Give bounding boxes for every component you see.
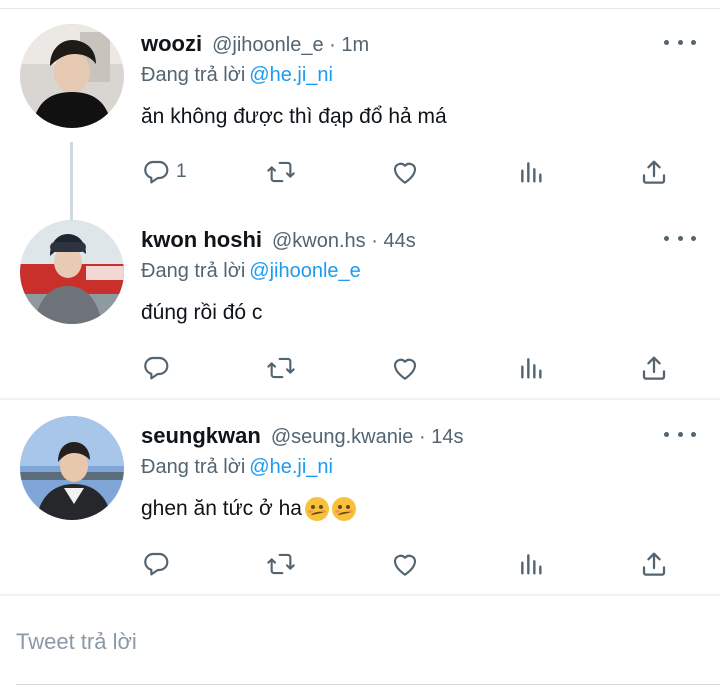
user-handle-time: @kwon.hs · 44s (272, 230, 416, 252)
mention-link[interactable]: @he.ji_ni (249, 456, 333, 478)
stats-button[interactable] (515, 152, 547, 192)
replying-to: Đang trả lời @he.ji_ni (141, 64, 333, 87)
reply-icon (140, 156, 172, 188)
share-button[interactable] (638, 152, 670, 192)
top-divider (0, 8, 720, 9)
tweet-text: đúng rồi đó c (141, 301, 263, 324)
share-button[interactable] (638, 348, 670, 388)
tweet-header: kwon hoshi @kwon.hs · 44s (141, 227, 416, 255)
avatar[interactable] (20, 416, 124, 520)
stats-icon (515, 352, 547, 384)
replying-to-label: Đang trả lời (141, 260, 246, 282)
retweet-button[interactable] (265, 348, 297, 388)
more-icon[interactable] (664, 424, 696, 444)
retweet-icon (265, 352, 297, 384)
tweet-actions (0, 544, 720, 584)
tweet-text-row: ghen ăn tức ở ha (141, 497, 356, 521)
tweet-woozi[interactable]: woozi @jihoonle_e · 1m Đang trả lời @he.j… (0, 12, 720, 234)
user-display-name[interactable]: woozi (141, 31, 202, 57)
replying-to: Đang trả lời @jihoonle_e (141, 260, 361, 283)
tweet-header: woozi @jihoonle_e · 1m (141, 31, 369, 59)
like-icon (389, 156, 421, 188)
share-icon (638, 156, 670, 188)
stats-button[interactable] (515, 544, 547, 584)
more-icon[interactable] (664, 228, 696, 248)
emoji-woozy-icon (331, 497, 356, 521)
reply-icon (140, 548, 172, 580)
like-icon (389, 352, 421, 384)
tweet-text: ghen ăn tức ở ha (141, 497, 302, 520)
share-icon (638, 548, 670, 580)
avatar-image (20, 220, 124, 324)
retweet-icon (265, 548, 297, 580)
reply-input[interactable] (16, 622, 656, 662)
stats-icon (515, 156, 547, 188)
replying-to-label: Đang trả lời (141, 456, 246, 478)
user-display-name[interactable]: kwon hoshi (141, 227, 262, 253)
tweet-actions: 1 (0, 152, 720, 192)
mention-link[interactable]: @jihoonle_e (249, 260, 361, 282)
reply-count: 1 (176, 161, 187, 182)
like-icon (389, 548, 421, 580)
tweet-kwon-hoshi[interactable]: kwon hoshi @kwon.hs · 44s Đang trả lời @j… (0, 208, 720, 398)
retweet-button[interactable] (265, 544, 297, 584)
reply-icon (140, 352, 172, 384)
avatar-image (20, 24, 124, 128)
user-handle-time: @jihoonle_e · 1m (212, 34, 370, 56)
share-button[interactable] (638, 544, 670, 584)
like-button[interactable] (389, 544, 421, 584)
reply-button[interactable]: 1 (140, 152, 187, 192)
avatar[interactable] (20, 24, 124, 128)
like-button[interactable] (389, 348, 421, 388)
tweet-divider (0, 398, 720, 400)
avatar-image (20, 416, 124, 520)
share-icon (638, 352, 670, 384)
emoji-woozy-icon (304, 497, 329, 521)
stats-icon (515, 548, 547, 580)
stats-button[interactable] (515, 348, 547, 388)
reply-button[interactable] (140, 348, 176, 388)
user-display-name[interactable]: seungkwan (141, 423, 261, 449)
more-icon[interactable] (664, 32, 696, 52)
tweet-text: ăn không được thì đạp đổ hả má (141, 105, 447, 128)
mention-link[interactable]: @he.ji_ni (249, 64, 333, 86)
user-handle-time: @seung.kwanie · 14s (270, 426, 464, 448)
tweet-seungkwan[interactable]: seungkwan @seung.kwanie · 14s Đang trả l… (0, 404, 720, 594)
retweet-icon (265, 156, 297, 188)
avatar[interactable] (20, 220, 124, 324)
replying-to-label: Đang trả lời (141, 64, 246, 86)
reply-composer (0, 596, 720, 695)
tweet-header: seungkwan @seung.kwanie · 14s (141, 423, 463, 451)
composer-underline (16, 684, 720, 685)
tweet-actions (0, 348, 720, 388)
replying-to: Đang trả lời @he.ji_ni (141, 456, 333, 479)
like-button[interactable] (389, 152, 421, 192)
reply-button[interactable] (140, 544, 176, 584)
retweet-button[interactable] (265, 152, 297, 192)
